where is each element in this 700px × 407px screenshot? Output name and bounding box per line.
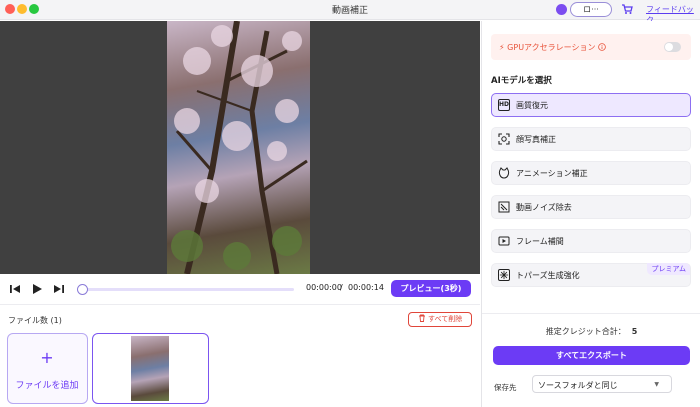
cart-icon[interactable] (621, 2, 633, 16)
gpu-toggle[interactable] (664, 42, 681, 52)
gpu-label: GPUアクセラレーション (507, 43, 596, 52)
hd-icon: HD (498, 99, 510, 111)
add-file-label: ファイルを追加 (15, 381, 79, 391)
settings-panel: ⚡ GPUアクセラレーション AIモデルを選択 HD 画質復元 顔写真補正 アニ… (481, 21, 700, 407)
save-location-select[interactable]: ソースフォルダと同じ ▼ (532, 375, 672, 393)
file-count: ファイル数 (1) (8, 316, 62, 325)
video-thumbnail (131, 336, 169, 401)
model-option-topaz[interactable]: トパーズ生成強化 プレミアム (491, 263, 691, 287)
video-thumbnail-card[interactable] (92, 333, 209, 404)
previous-frame-icon[interactable] (9, 283, 21, 295)
model-option-denoise[interactable]: 動画ノイズ除去 (491, 195, 691, 219)
current-time: 00:00:00 (306, 283, 342, 292)
estimated-credits: 推定クレジット合計： 5 (482, 326, 700, 337)
video-preview-area (0, 21, 480, 274)
plus-icon: + (40, 348, 54, 367)
player-controls: 00:00:00 / 00:00:14 プレビュー(3秒) (0, 274, 480, 304)
delete-all-button[interactable]: すべて削除 (408, 312, 472, 327)
model-label: 画質復元 (516, 101, 548, 110)
save-location-value: ソースフォルダと同じ (538, 381, 618, 390)
model-option-quality-restore[interactable]: HD 画質復元 (491, 93, 691, 117)
next-frame-icon[interactable] (53, 283, 65, 295)
lightning-icon: ⚡ (499, 43, 505, 52)
animation-icon (498, 167, 510, 179)
account-avatar-icon[interactable] (556, 4, 567, 15)
model-label: アニメーション補正 (516, 169, 588, 178)
model-option-frame-interpolation[interactable]: フレーム補間 (491, 229, 691, 253)
preview-button[interactable]: プレビュー(3秒) (391, 280, 471, 297)
frame-interp-icon (498, 236, 510, 246)
model-label: 動画ノイズ除去 (516, 203, 572, 212)
delete-all-label: すべて削除 (428, 315, 463, 323)
face-scan-icon (498, 133, 510, 145)
total-time: 00:00:14 (348, 283, 384, 292)
cherry-blossom-image (171, 21, 308, 274)
ai-model-heading: AIモデルを選択 (491, 76, 552, 86)
chevron-down-icon: ▼ (654, 381, 659, 388)
premium-badge: プレミアム (647, 263, 690, 275)
panel-divider (482, 313, 700, 314)
info-icon[interactable] (598, 43, 606, 51)
gpu-acceleration-row: ⚡ GPUアクセラレーション (491, 34, 691, 60)
denoise-icon (498, 201, 510, 213)
export-all-button[interactable]: すべてエクスポート (493, 346, 690, 365)
file-list-section: ファイル数 (1) すべて削除 + ファイルを追加 (0, 304, 480, 407)
model-label: トパーズ生成強化 (516, 271, 580, 280)
model-label: 顔写真補正 (516, 135, 556, 144)
model-label: フレーム補間 (516, 237, 564, 246)
title-bar: 動画補正 ロ··· フィードバック (0, 0, 700, 25)
add-file-button[interactable]: + ファイルを追加 (7, 333, 88, 404)
timeline-track[interactable] (82, 288, 294, 291)
model-option-animation[interactable]: アニメーション補正 (491, 161, 691, 185)
topaz-icon (498, 269, 510, 281)
model-option-face-enhance[interactable]: 顔写真補正 (491, 127, 691, 151)
save-to-label: 保存先 (494, 383, 517, 392)
time-separator: / (340, 283, 343, 292)
credits-label: 推定クレジット合計： (545, 327, 626, 336)
trash-icon (418, 314, 425, 322)
play-icon[interactable] (31, 283, 43, 295)
video-frame (167, 21, 310, 274)
timeline-scrubber[interactable] (77, 284, 88, 295)
credits-value: 5 (631, 327, 638, 336)
login-button[interactable]: ロ··· (570, 2, 612, 17)
